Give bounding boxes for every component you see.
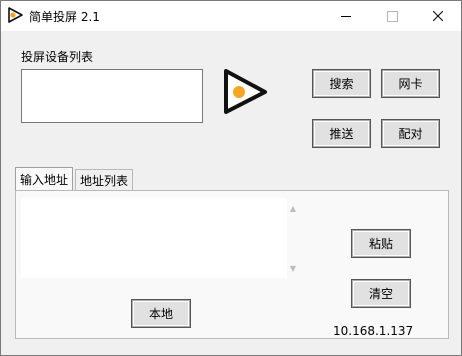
address-textarea[interactable]	[21, 198, 287, 278]
tab-address-list[interactable]: 地址列表	[75, 169, 133, 190]
tab-input-address[interactable]: 输入地址	[15, 167, 73, 190]
clear-button[interactable]: 清空	[352, 280, 410, 307]
app-play-icon	[7, 7, 23, 23]
paste-button[interactable]: 粘贴	[352, 230, 410, 257]
title-bar[interactable]: 简单投屏 2.1	[1, 1, 461, 31]
device-listbox[interactable]	[21, 69, 203, 123]
pair-button[interactable]: 配对	[382, 120, 439, 147]
scroll-down-icon[interactable]: ▼	[288, 265, 298, 273]
play-logo-icon	[221, 67, 269, 115]
close-button[interactable]	[415, 1, 461, 31]
maximize-button[interactable]	[369, 1, 415, 31]
close-icon	[433, 11, 443, 21]
push-button[interactable]: 推送	[313, 120, 370, 147]
ip-address-label: 10.168.1.137	[333, 324, 414, 338]
main-window: 简单投屏 2.1 投屏设备列表 搜索 网卡 推送 配对 输入地址 地址列表 ▲ …	[0, 0, 462, 356]
search-button[interactable]: 搜索	[313, 70, 370, 97]
scroll-up-icon[interactable]: ▲	[288, 205, 298, 213]
window-title: 简单投屏 2.1	[29, 10, 100, 24]
device-list-label: 投屏设备列表	[21, 50, 94, 64]
minimize-button[interactable]	[323, 1, 369, 31]
local-button[interactable]: 本地	[132, 300, 190, 327]
network-card-button[interactable]: 网卡	[382, 70, 439, 97]
